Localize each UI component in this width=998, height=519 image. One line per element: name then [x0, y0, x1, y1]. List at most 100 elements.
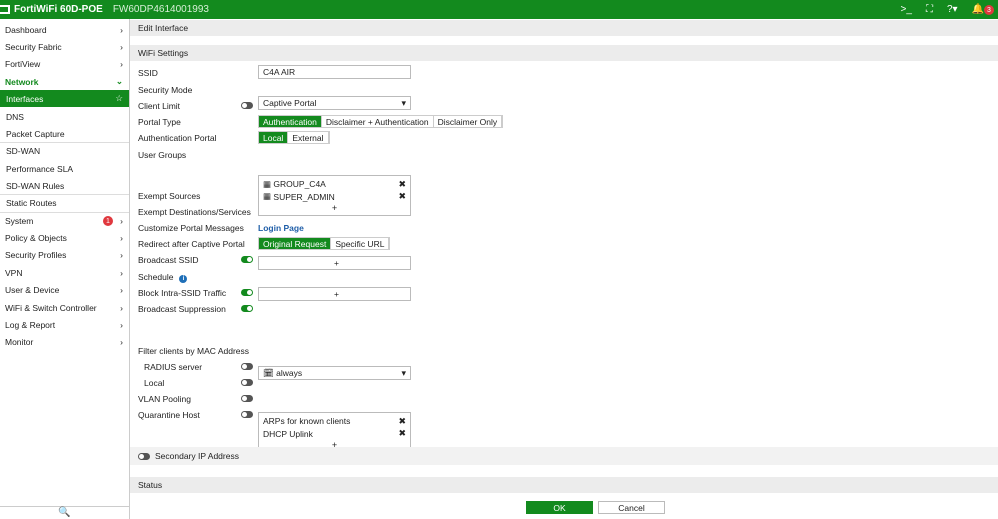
- block-intra-ssid-toggle[interactable]: [241, 289, 253, 296]
- radius-server-toggle[interactable]: [241, 363, 253, 370]
- chevron-right-icon: ›: [120, 41, 123, 52]
- local-toggle[interactable]: [241, 379, 253, 386]
- chevron-right-icon: ›: [120, 267, 123, 278]
- auth-portal-label: Authentication Portal: [138, 133, 217, 143]
- broadcast-ssid-toggle[interactable]: [241, 256, 253, 263]
- suppression-item: DHCP Uplink ✖: [263, 428, 406, 441]
- quarantine-host-toggle[interactable]: [241, 411, 253, 418]
- block-intra-ssid-label: Block Intra-SSID Traffic: [138, 288, 227, 298]
- item-label: ARPs for known clients: [263, 416, 351, 427]
- label: FortiView: [5, 58, 41, 69]
- sidebar-item-user-device[interactable]: User & Device ›: [0, 281, 129, 298]
- add-user-group-button[interactable]: +: [263, 203, 406, 213]
- label: Performance SLA: [6, 163, 74, 174]
- filter-mac-label: Filter clients by MAC Address: [138, 346, 250, 356]
- sidebar-item-packet-capture[interactable]: Packet Capture: [0, 125, 129, 142]
- fullscreen-icon[interactable]: ⛶: [926, 4, 933, 15]
- sidebar-item-dashboard[interactable]: Dashboard ›: [0, 21, 129, 38]
- redirect-specific-url[interactable]: Specific URL: [331, 238, 390, 249]
- label: Monitor: [5, 336, 34, 347]
- ssid-input[interactable]: C4A AIR: [258, 65, 411, 79]
- label: Dashboard: [5, 24, 47, 35]
- page-title: Edit Interface: [130, 20, 998, 36]
- sidebar-item-security-profiles[interactable]: Security Profiles ›: [0, 246, 129, 263]
- sidebar-search-icon[interactable]: 🔍: [0, 506, 129, 519]
- remove-icon[interactable]: ✖: [398, 179, 406, 190]
- auth-portal-local[interactable]: Local: [259, 132, 289, 143]
- chevron-right-icon: ›: [120, 216, 123, 226]
- notification-badge: 3: [984, 5, 994, 16]
- security-mode-select[interactable]: Captive Portal: [258, 96, 411, 110]
- login-page-link[interactable]: Login Page: [258, 223, 304, 233]
- serial-number: FW60DP4614001993: [112, 4, 209, 15]
- sidebar-item-system[interactable]: System 1 ›: [0, 212, 129, 229]
- sidebar-item-static-routes[interactable]: Static Routes: [0, 194, 129, 211]
- auth-portal-external[interactable]: External: [288, 132, 329, 143]
- sidebar-item-vpn[interactable]: VPN ›: [0, 264, 129, 281]
- sidebar-item-interfaces[interactable]: Interfaces ☆: [0, 90, 129, 107]
- sidebar-item-network[interactable]: Network ⌄: [0, 73, 129, 90]
- label: System: [5, 216, 34, 226]
- chevron-right-icon: ›: [120, 319, 123, 330]
- label: Policy & Objects: [5, 232, 67, 243]
- radius-server-label: RADIUS server: [144, 362, 203, 372]
- portal-type-disclaimer-only[interactable]: Disclaimer Only: [434, 116, 503, 127]
- suppression-item: ARPs for known clients ✖: [263, 415, 406, 428]
- chevron-right-icon: ›: [120, 302, 123, 313]
- cancel-button[interactable]: Cancel: [598, 501, 665, 514]
- sidebar-item-sd-wan-rules[interactable]: SD-WAN Rules: [0, 177, 129, 194]
- client-limit-toggle[interactable]: [241, 102, 253, 109]
- sidebar-item-fortiview[interactable]: FortiView ›: [0, 55, 129, 72]
- chevron-down-icon: ⌄: [115, 76, 123, 86]
- group-name: GROUP_C4A: [273, 179, 326, 190]
- exempt-sources-add[interactable]: +: [258, 256, 411, 270]
- redirect-options: Original Request Specific URL: [258, 237, 391, 250]
- fortinet-logo-icon: [0, 5, 10, 14]
- sidebar-item-monitor[interactable]: Monitor ›: [0, 333, 129, 350]
- local-label: Local: [144, 378, 165, 388]
- portal-type-disclaimer-auth[interactable]: Disclaimer + Authentication: [322, 116, 434, 127]
- item-label: DHCP Uplink: [263, 428, 313, 439]
- label: WiFi & Switch Controller: [5, 302, 97, 313]
- user-group-item: ▦ SUPER_ADMIN ✖: [263, 191, 406, 204]
- chevron-right-icon: ›: [120, 249, 123, 260]
- auth-portal-options: Local External: [258, 131, 330, 144]
- broadcast-suppression-toggle[interactable]: [241, 305, 253, 312]
- remove-icon[interactable]: ✖: [398, 428, 406, 439]
- label: Static Routes: [6, 198, 57, 208]
- sidebar-item-wifi-switch-controller[interactable]: WiFi & Switch Controller ›: [0, 299, 129, 316]
- exempt-dest-label: Exempt Destinations/Services: [138, 207, 251, 217]
- vlan-pooling-toggle[interactable]: [241, 395, 253, 402]
- sidebar-item-policy-objects[interactable]: Policy & Objects ›: [0, 229, 129, 246]
- sidebar-item-performance-sla[interactable]: Performance SLA: [0, 160, 129, 177]
- sidebar-item-security-fabric[interactable]: Security Fabric ›: [0, 38, 129, 55]
- redirect-original-request[interactable]: Original Request: [259, 238, 332, 249]
- label: VPN: [5, 267, 23, 278]
- edit-interface-panel: Edit Interface WiFi Settings SSID C4A AI…: [130, 19, 998, 519]
- exempt-dest-add[interactable]: +: [258, 287, 411, 301]
- secondary-ip-toggle[interactable]: [138, 452, 150, 460]
- help-icon[interactable]: ?▾: [947, 4, 958, 15]
- ok-button[interactable]: OK: [526, 501, 593, 514]
- label: SD-WAN: [6, 146, 41, 156]
- notifications-bell-icon[interactable]: 🔔 3: [972, 4, 994, 16]
- chevron-right-icon: ›: [120, 336, 123, 347]
- label: Security Profiles: [5, 249, 67, 260]
- system-badge: 1: [103, 216, 113, 226]
- remove-icon[interactable]: ✖: [398, 191, 406, 202]
- star-icon[interactable]: ☆: [115, 93, 123, 104]
- schedule-select[interactable]: 🗓 always: [258, 366, 411, 380]
- sidebar-item-log-report[interactable]: Log & Report ›: [0, 316, 129, 333]
- info-icon[interactable]: i: [179, 275, 188, 283]
- remove-icon[interactable]: ✖: [398, 416, 406, 427]
- sidebar-item-sd-wan[interactable]: SD-WAN: [0, 142, 129, 159]
- user-groups-label: User Groups: [138, 150, 187, 160]
- schedule-icon: 🗓: [263, 367, 277, 378]
- group-icon: ▦: [263, 178, 274, 189]
- cli-console-icon[interactable]: >_: [901, 4, 912, 15]
- label: Interfaces: [6, 93, 44, 104]
- label: Packet Capture: [6, 128, 65, 139]
- portal-type-authentication[interactable]: Authentication: [259, 116, 322, 127]
- sidebar-item-dns[interactable]: DNS: [0, 108, 129, 125]
- label: Network: [5, 76, 39, 87]
